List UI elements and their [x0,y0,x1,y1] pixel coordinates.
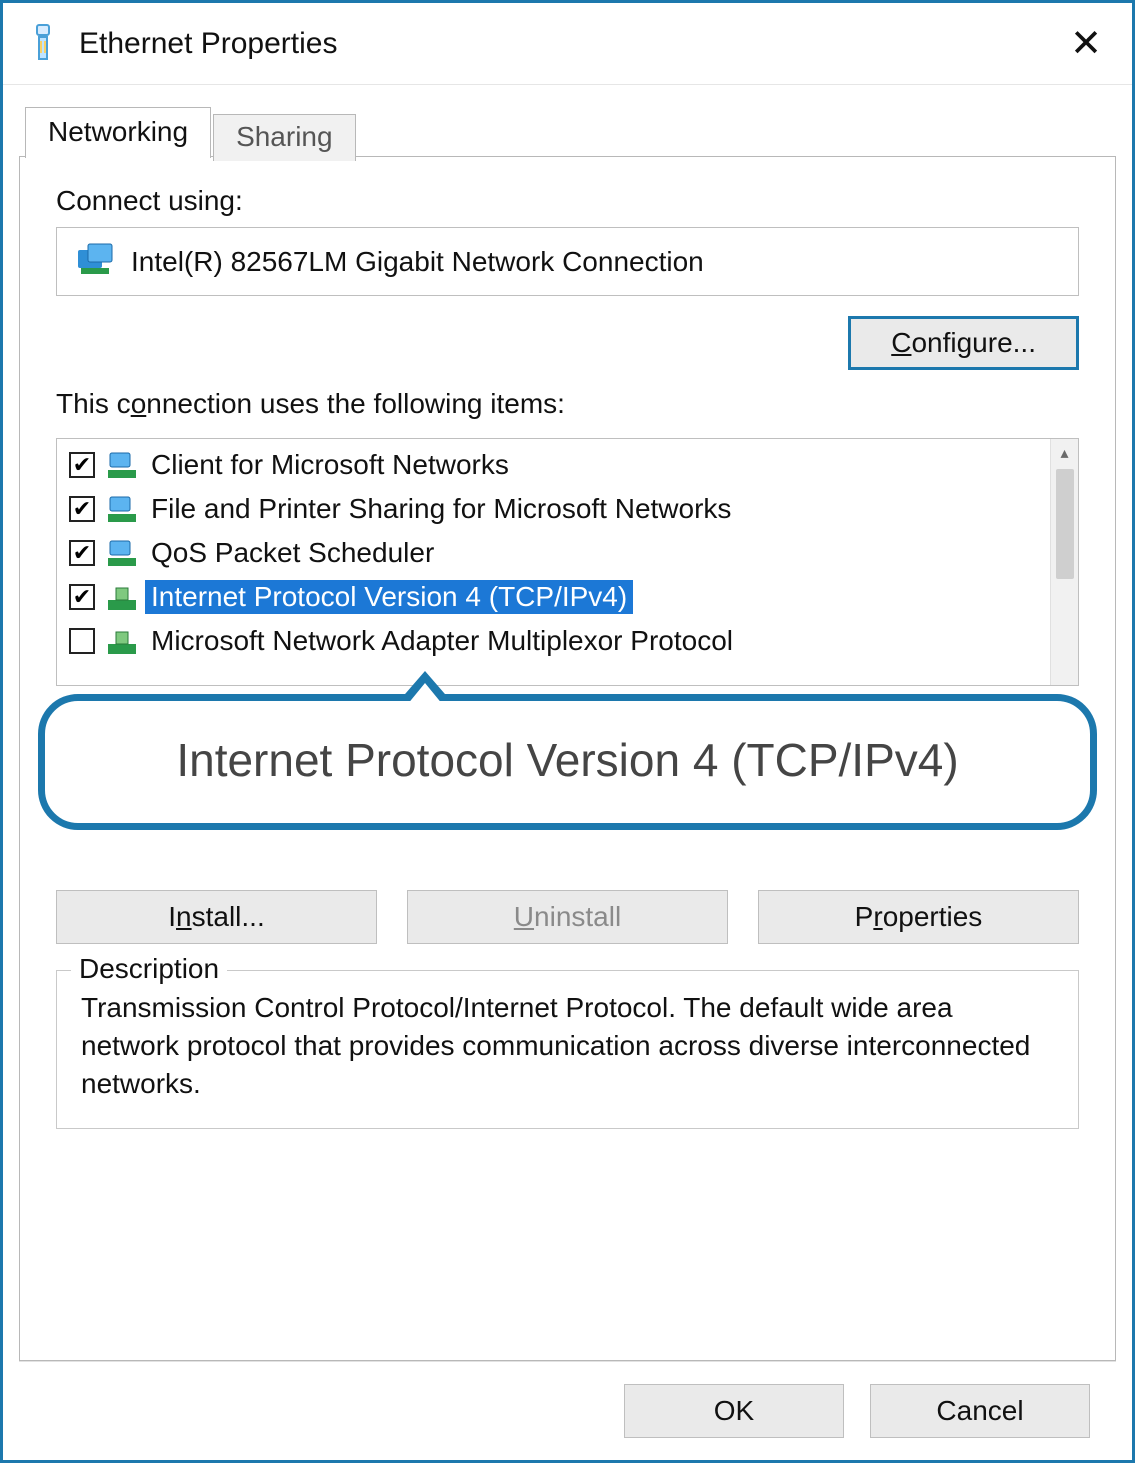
protocol-icon [105,626,139,656]
protocol-icon [105,582,139,612]
network-client-icon [105,450,139,480]
close-button[interactable]: ✕ [1062,25,1110,63]
dialog-footer: OK Cancel [19,1361,1116,1460]
list-item[interactable]: ✔ Client for Microsoft Networks [65,443,1050,487]
callout-text: Internet Protocol Version 4 (TCP/IPv4) [71,733,1064,787]
checkbox[interactable]: ✔ [69,584,95,610]
adapter-icon [75,242,115,281]
tab-networking[interactable]: Networking [25,107,211,158]
list-item-label[interactable]: File and Printer Sharing for Microsoft N… [145,492,737,526]
list-item[interactable]: ✔ Internet Protocol Version 4 (TCP/IPv4) [65,575,1050,619]
adapter-box[interactable]: Intel(R) 82567LM Gigabit Network Connect… [56,227,1079,296]
list-item[interactable]: ✔ File and Printer Sharing for Microsoft … [65,487,1050,531]
ethernet-properties-dialog: Ethernet Properties ✕ Networking Sharing… [0,0,1135,1463]
network-client-icon [105,538,139,568]
list-item[interactable]: Microsoft Network Adapter Multiplexor Pr… [65,619,1050,663]
configure-row: Configure... [56,316,1079,370]
description-group: Description Transmission Control Protoco… [56,970,1079,1129]
list-item-label[interactable]: Client for Microsoft Networks [145,448,515,482]
item-buttons-row: Install... Uninstall Properties [56,890,1079,944]
list-item-label[interactable]: Internet Protocol Version 4 (TCP/IPv4) [145,580,633,614]
checkbox[interactable]: ✔ [69,496,95,522]
adapter-name: Intel(R) 82567LM Gigabit Network Connect… [131,246,704,278]
list-item[interactable]: ✔ QoS Packet Scheduler [65,531,1050,575]
scroll-thumb[interactable] [1056,469,1074,579]
properties-button[interactable]: Properties [758,890,1079,944]
checkbox[interactable]: ✔ [69,540,95,566]
callout-wrap: Internet Protocol Version 4 (TCP/IPv4) [56,700,1079,864]
description-text: Transmission Control Protocol/Internet P… [81,989,1054,1102]
callout-bubble: Internet Protocol Version 4 (TCP/IPv4) [38,694,1097,830]
ok-button[interactable]: OK [624,1384,844,1438]
description-title: Description [71,953,227,985]
window-title: Ethernet Properties [79,27,1062,61]
scrollbar[interactable]: ▴ [1050,439,1078,685]
configure-label: onfigure... [911,327,1036,358]
install-button[interactable]: Install... [56,890,377,944]
checkbox[interactable]: ✔ [69,452,95,478]
networking-panel: Connect using: Intel(R) 82567LM Gigabit … [19,156,1116,1361]
tab-row: Networking Sharing [25,103,1116,157]
tab-sharing[interactable]: Sharing [213,114,356,161]
dialog-body: Networking Sharing Connect using: Intel(… [3,85,1132,1460]
list-item-label[interactable]: QoS Packet Scheduler [145,536,440,570]
titlebar: Ethernet Properties ✕ [3,3,1132,85]
ethernet-icon [27,23,59,65]
items-listbox[interactable]: ✔ Client for Microsoft Networks ✔ File and … [56,438,1079,686]
list-item-label[interactable]: Microsoft Network Adapter Multiplexor Pr… [145,624,739,658]
connect-using-label: Connect using: [56,185,1079,217]
uninstall-button: Uninstall [407,890,728,944]
cancel-button[interactable]: Cancel [870,1384,1090,1438]
configure-button[interactable]: Configure... [848,316,1079,370]
network-client-icon [105,494,139,524]
checkbox[interactable] [69,628,95,654]
scroll-up-arrow[interactable]: ▴ [1051,439,1078,467]
items-label: This connection uses the following items… [56,388,1079,420]
